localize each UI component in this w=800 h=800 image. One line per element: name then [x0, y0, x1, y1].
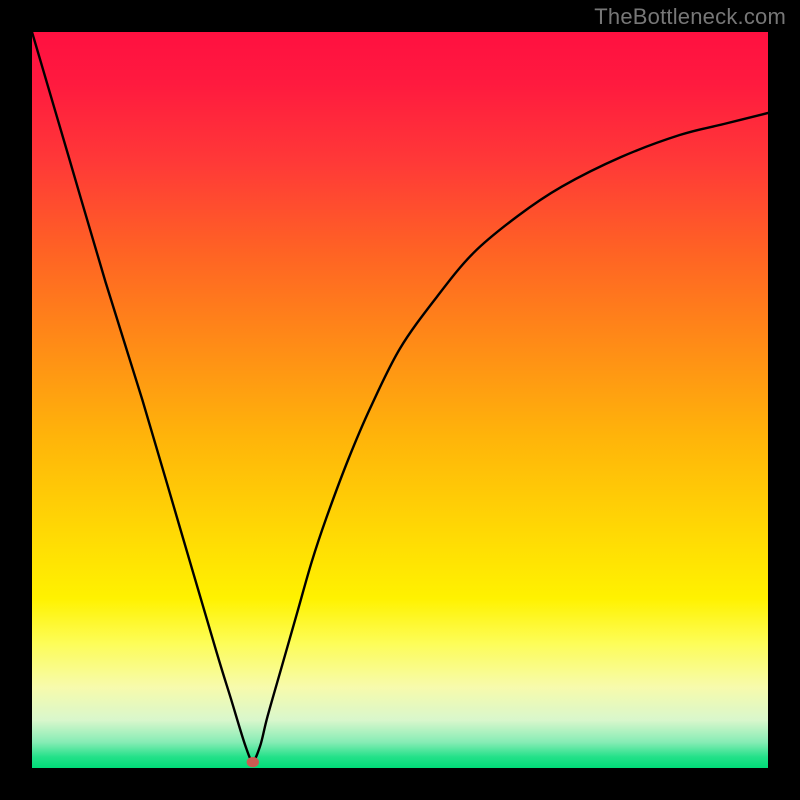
plot-area [32, 32, 768, 768]
chart-stage: TheBottleneck.com [0, 0, 800, 800]
watermark-text: TheBottleneck.com [594, 4, 786, 30]
minimum-marker [247, 757, 259, 767]
chart-svg [32, 32, 768, 768]
